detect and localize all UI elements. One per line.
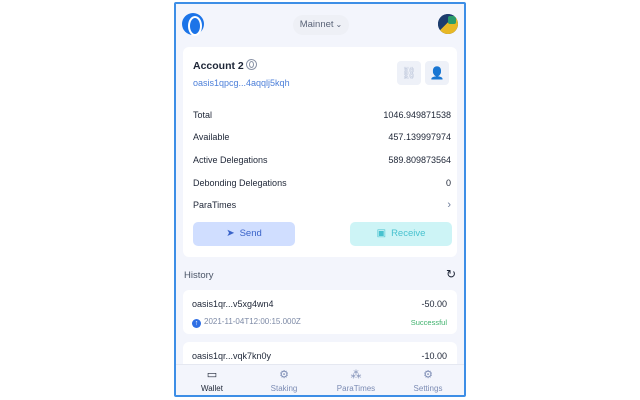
receive-button[interactable]: ▣ Receive — [350, 222, 452, 246]
link-icon: ⛓ — [401, 66, 417, 80]
send-icon: ➤ — [226, 228, 235, 239]
transaction-status: Successful — [410, 318, 447, 327]
network-label: Mainnet — [299, 19, 334, 30]
send-label: Send — [239, 228, 262, 239]
chevron-right-icon: › — [447, 199, 451, 211]
arrow-up-icon: ↑ — [192, 319, 201, 328]
nav-label: Wallet — [201, 384, 223, 393]
nav-label: Settings — [413, 384, 443, 393]
balance-label: Debonding Delegations — [193, 178, 287, 188]
nav-label: ParaTimes — [336, 384, 376, 393]
receive-icon: ▣ — [376, 228, 387, 239]
refresh-icon[interactable]: ↻ — [446, 267, 456, 281]
account-address[interactable]: oasis1qpcg...4aqqlj5kqh — [193, 78, 290, 88]
top-bar: Mainnet ⌄ — [176, 4, 464, 44]
wallet-popup: Mainnet ⌄ Account 2 oasis1qpcg...4aqqlj5k… — [174, 2, 466, 397]
oasis-token-icon — [246, 59, 257, 70]
history-title: History — [184, 270, 214, 281]
network-selector[interactable]: Mainnet ⌄ — [293, 15, 349, 35]
nav-item-wallet[interactable]: ▭ Wallet — [176, 368, 248, 393]
receive-label: Receive — [391, 228, 426, 239]
balance-row-total: Total 1046.949871538 — [193, 110, 451, 124]
transaction-address: oasis1qr...v5xg4wn4 — [192, 299, 274, 309]
timestamp-text: 2021-11-04T12:00:15.000Z — [204, 317, 301, 326]
account-name: Account 2 — [193, 60, 244, 72]
balance-value: 589.809873564 — [388, 155, 451, 165]
settings-icon: ⚙ — [423, 369, 433, 381]
account-card: Account 2 oasis1qpcg...4aqqlj5kqh ⛓ 👤 To… — [183, 47, 457, 257]
transaction-item[interactable]: oasis1qr...v5xg4wn4 -50.00 ↑ 2021-11-04T1… — [183, 290, 457, 334]
transaction-amount: -50.00 — [421, 299, 447, 309]
contact-button[interactable]: 👤 — [425, 61, 449, 85]
nav-label: Staking — [270, 384, 298, 393]
account-avatar[interactable] — [438, 14, 458, 34]
bottom-nav: ▭ Wallet ⚙ Staking ⁂ ParaTimes ⚙ Setting… — [176, 364, 464, 395]
balance-label: Total — [193, 110, 213, 120]
nav-item-paratimes[interactable]: ⁂ ParaTimes — [320, 368, 392, 393]
balance-value: 0 — [445, 178, 451, 188]
staking-icon: ⚙ — [279, 369, 289, 381]
transaction-amount: -10.00 — [421, 351, 447, 361]
paratimes-icon: ⁂ — [350, 369, 362, 381]
transaction-timestamp: ↑ 2021-11-04T12:00:15.000Z — [192, 317, 301, 328]
oasis-logo-icon[interactable] — [182, 13, 204, 36]
chevron-down-icon: ⌄ — [335, 20, 343, 29]
balance-value: 1046.949871538 — [383, 110, 451, 120]
balance-row-active-delegations: Active Delegations 589.809873564 — [193, 155, 451, 169]
send-button[interactable]: ➤ Send — [193, 222, 295, 246]
balance-value: 457.139997974 — [388, 132, 451, 142]
nav-item-settings[interactable]: ⚙ Settings — [392, 368, 464, 393]
balance-row-available: Available 457.139997974 — [193, 132, 451, 146]
nav-item-staking[interactable]: ⚙ Staking — [248, 368, 320, 393]
link-button[interactable]: ⛓ — [397, 61, 421, 85]
transaction-address: oasis1qr...vqk7kn0y — [192, 351, 272, 361]
balance-label: Active Delegations — [193, 155, 268, 165]
wallet-icon: ▭ — [206, 369, 218, 381]
user-icon: 👤 — [429, 66, 445, 80]
balance-label: Available — [193, 132, 230, 142]
balance-label: ParaTimes — [193, 200, 237, 210]
balance-row-debonding-delegations: Debonding Delegations 0 — [193, 178, 451, 192]
paratimes-row[interactable]: ParaTimes › — [193, 199, 451, 214]
